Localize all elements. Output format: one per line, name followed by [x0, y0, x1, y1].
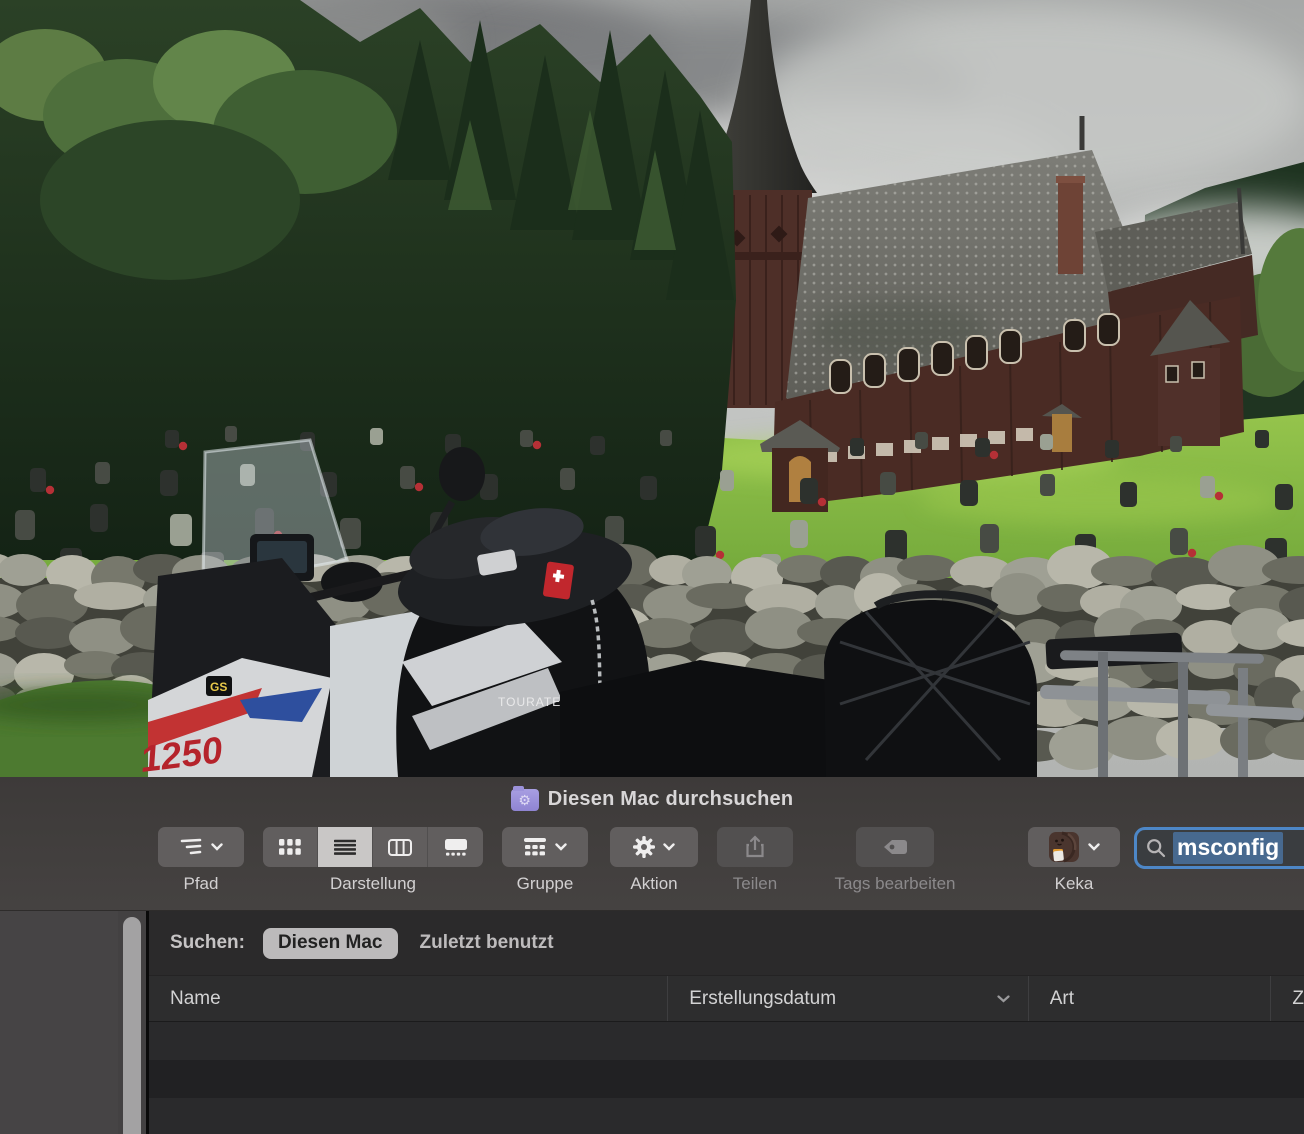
- icon-view-icon: [279, 839, 301, 855]
- share-button[interactable]: [717, 827, 793, 867]
- toolbar-group-share: Teilen: [717, 827, 793, 894]
- empty-row: [149, 1022, 1304, 1060]
- search-icon: [1146, 838, 1166, 858]
- column-header-name[interactable]: Name: [149, 976, 667, 1021]
- window-toolbar: Pfad: [0, 822, 1304, 910]
- window-titlebar[interactable]: ⚙ Diesen Mac durchsuchen: [0, 777, 1304, 822]
- scope-this-mac[interactable]: Diesen Mac: [263, 928, 398, 959]
- search-input[interactable]: msconfig: [1134, 827, 1304, 869]
- smart-folder-icon: ⚙: [511, 789, 539, 811]
- sidebar: [0, 911, 118, 1134]
- path-label: Pfad: [158, 874, 244, 894]
- sort-chevron-down-icon: [997, 995, 1010, 1003]
- window-content: Suchen: Diesen Mac Zuletzt benutzt Name …: [0, 910, 1304, 1134]
- chevron-down-icon: [555, 843, 567, 851]
- scope-recents[interactable]: Zuletzt benutzt: [420, 932, 554, 954]
- action-button[interactable]: [610, 827, 698, 867]
- column-view-icon: [388, 839, 412, 856]
- toolbar-group-path: Pfad: [158, 827, 244, 894]
- screen: GS 1250 TOURATECH: [0, 0, 1304, 1134]
- search-text-selected: msconfig: [1173, 832, 1283, 864]
- results-list-empty: [149, 1022, 1304, 1134]
- edit-tags-button[interactable]: [856, 827, 934, 867]
- action-label: Aktion: [610, 874, 698, 894]
- bike-gs-emblem-text: GS: [210, 680, 227, 694]
- chevron-down-icon: [663, 843, 675, 851]
- toolbar-group-view: Darstellung: [263, 827, 483, 894]
- keka-label: Keka: [1028, 874, 1120, 894]
- toolbar-group-keka: Keka: [1028, 827, 1120, 894]
- sidebar-scrollbar-thumb[interactable]: [123, 917, 141, 1134]
- column-header-truncated[interactable]: Z: [1270, 976, 1304, 1021]
- edit-tags-label: Tags bearbeiten: [813, 874, 977, 894]
- photo-forest-left: [0, 0, 736, 560]
- window-title: Diesen Mac durchsuchen: [548, 788, 794, 811]
- keka-app-icon: [1048, 831, 1080, 863]
- column-header-creation-date[interactable]: Erstellungsdatum: [667, 976, 1027, 1021]
- gear-icon: [633, 836, 655, 858]
- group-icon: [523, 838, 547, 856]
- gallery-view-icon: [444, 839, 468, 856]
- search-results-pane: Suchen: Diesen Mac Zuletzt benutzt Name …: [149, 911, 1304, 1134]
- view-label: Darstellung: [263, 874, 483, 894]
- sidebar-scrollbar-track[interactable]: [118, 911, 146, 1134]
- toolbar-group-tags: Tags bearbeiten: [813, 827, 977, 894]
- table-header: Name Erstellungsdatum Art Z: [149, 975, 1304, 1022]
- toolbar-group-group: Gruppe: [502, 827, 588, 894]
- list-view-icon: [334, 839, 356, 855]
- share-label: Teilen: [717, 874, 793, 894]
- tag-icon: [882, 838, 908, 856]
- toolbar-group-action: Aktion: [610, 827, 698, 894]
- group-label: Gruppe: [502, 874, 588, 894]
- desktop-wallpaper-photo: GS 1250 TOURATECH: [0, 0, 1304, 777]
- finder-search-window: ⚙ Diesen Mac durchsuchen: [0, 777, 1304, 1134]
- list-view-segment-selected[interactable]: [318, 827, 373, 867]
- path-button[interactable]: [158, 827, 244, 867]
- icon-view-segment[interactable]: [263, 827, 318, 867]
- view-segmented-control: [263, 827, 483, 867]
- share-icon: [745, 835, 765, 859]
- chevron-down-icon: [1088, 843, 1100, 851]
- search-scope-bar: Suchen: Diesen Mac Zuletzt benutzt: [149, 911, 1304, 975]
- column-header-kind[interactable]: Art: [1028, 976, 1271, 1021]
- column-view-segment[interactable]: [373, 827, 428, 867]
- group-button[interactable]: [502, 827, 588, 867]
- gallery-view-segment[interactable]: [428, 827, 483, 867]
- empty-row: [149, 1098, 1304, 1134]
- scope-bar-label: Suchen:: [170, 932, 245, 954]
- path-icon: [179, 837, 203, 857]
- chevron-down-icon: [211, 843, 223, 851]
- keka-button[interactable]: [1028, 827, 1120, 867]
- empty-row: [149, 1060, 1304, 1098]
